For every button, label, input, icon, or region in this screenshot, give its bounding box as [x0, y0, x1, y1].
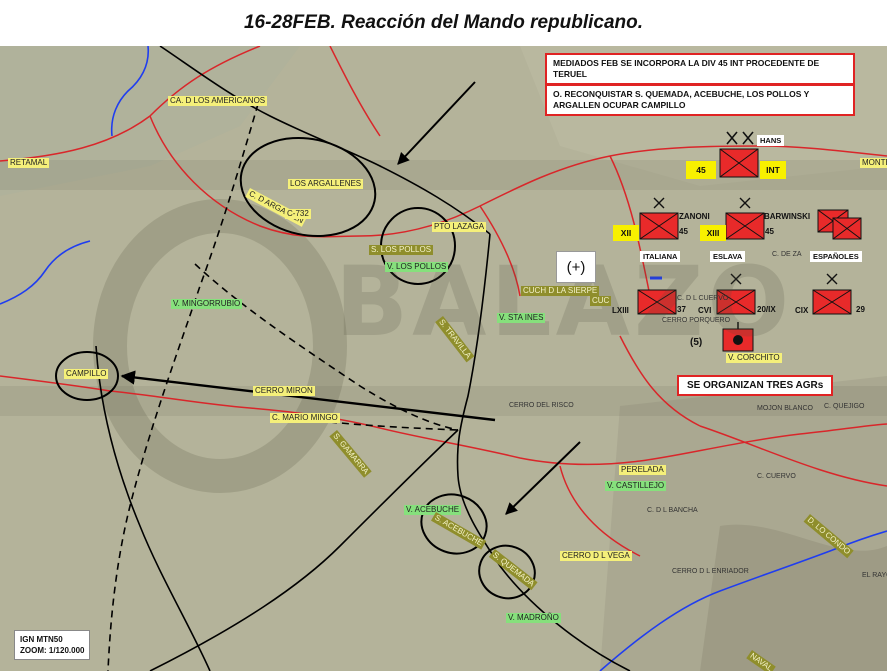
label-c732: C-732 — [285, 209, 311, 219]
unit-label-barwinski: BARWINSKI — [764, 212, 811, 221]
unit-number-45b: 45 — [765, 227, 774, 236]
unit-label-italiana: ITALIANA — [640, 251, 681, 262]
unit-number-45: 45 — [686, 161, 716, 179]
label-vcastillejo: V. CASTILLEJO — [605, 481, 667, 491]
label-cmariomingo: C. MARIO MINGO — [270, 413, 340, 423]
unit-label-cvi: CVI — [698, 306, 712, 315]
label-mingorrubio: V. MINGORRUBIO — [171, 299, 243, 309]
map-source-box: IGN MTN50 ZOOM: 1/120.000 — [14, 630, 91, 660]
label-monte: MONTE — [860, 158, 887, 168]
label-argallenes: LOS ARGALLENES — [288, 179, 364, 189]
map-canvas[interactable]: BALAZO CA. D LOS AMERICANOS RETAMAL LOS … — [0, 46, 887, 671]
label-rayo: EL RAYO — [862, 572, 887, 579]
label-cenizas: C. DE ZA — [772, 251, 802, 258]
label-cquejigo: C. QUEJIGO — [824, 403, 865, 410]
map-zoom: ZOOM: 1/120.000 — [20, 646, 85, 655]
label-cuchsierpe: CUCH D LA SIERPE — [521, 286, 600, 296]
label-cdlbancha: C. D L BANCHA — [647, 507, 698, 514]
label-vmadrono: V. MADROÑO — [506, 613, 561, 623]
map-title: 16-28FEB. Reacción del Mando republicano… — [243, 12, 644, 33]
label-vpollos: V. LOS POLLOS — [385, 262, 449, 272]
unit-label-lxiii: LXIII — [612, 306, 629, 315]
unit-number-29: 29 — [856, 305, 865, 314]
unit-label-int: INT — [760, 161, 786, 179]
info-box-agrs: SE ORGANIZAN TRES AGRs — [677, 375, 834, 396]
unit-label-cix: CIX — [795, 306, 809, 315]
label-cporquero: CERRO PORQUERO — [662, 317, 731, 324]
label-cerromiron: CERRO MIRON — [253, 386, 315, 396]
unit-label-espanoles: ESPAÑOLES — [810, 251, 862, 262]
unit-label-zanoni: ZANONI — [679, 212, 710, 221]
info-box-div45: MEDIADOS FEB SE INCORPORA LA DIV 45 INT … — [545, 53, 855, 85]
unit-label-xii: XII — [613, 225, 639, 241]
label-perelada: PERELADA — [619, 465, 666, 475]
label-cdlcuervo: C. D L CUERVO — [677, 295, 729, 302]
label-cuervo2: C. CUERVO — [757, 473, 796, 480]
info-box-objective: O. RECONQUISTAR S. QUEMADA, ACEBUCHE, LO… — [545, 84, 855, 116]
label-americanos: CA. D LOS AMERICANOS — [168, 96, 268, 106]
unit-count-five: (5) — [690, 337, 703, 348]
label-vcorchito: V. CORCHITO — [726, 353, 782, 363]
label-retamal: RETAMAL — [8, 158, 50, 168]
label-vstaines: V. STA INES — [497, 313, 546, 323]
unit-number-20ix: 20/IX — [757, 305, 776, 314]
label-vacebuche: V. ACEBUCHE — [404, 505, 462, 515]
reinforcement-plus: (+) — [556, 251, 596, 283]
unit-label-hans: HANS — [757, 135, 785, 146]
unit-label-eslava: ESLAVA — [710, 251, 746, 262]
label-ptolazaga: PTO LAZAGA — [432, 222, 487, 232]
label-campillo: CAMPILLO — [64, 369, 109, 379]
label-cuc: CUC — [590, 296, 612, 306]
unit-number-45a: 45 — [679, 227, 688, 236]
label-spollos: S. LOS POLLOS — [369, 245, 434, 255]
unit-number-37: 37 — [677, 305, 686, 314]
label-cerrovega: CERRO D L VEGA — [560, 551, 632, 561]
map-source: IGN MTN50 — [20, 635, 63, 644]
label-cdlenriador: CERRO D L ENRIADOR — [672, 568, 749, 575]
label-cerrorisco: CERRO DEL RISCO — [509, 402, 574, 409]
label-mojon: MOJON BLANCO — [757, 405, 814, 412]
unit-label-xiii: XIII — [700, 225, 726, 241]
